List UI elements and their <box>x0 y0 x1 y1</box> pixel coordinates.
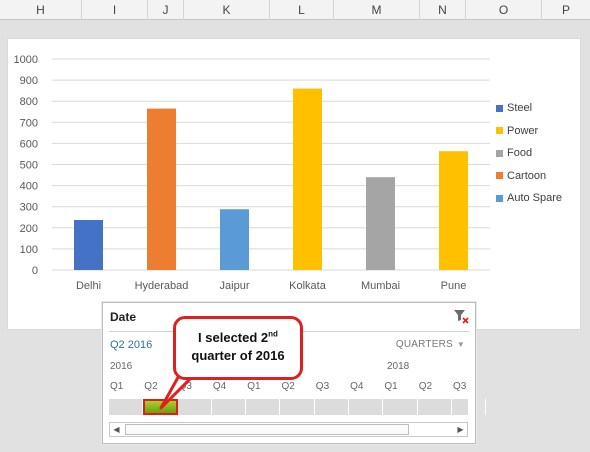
quarter-label: Q3 <box>453 381 467 392</box>
quarter-label: Q1 <box>384 381 398 392</box>
quarter-label: Q3 <box>315 381 330 392</box>
legend-swatch <box>496 127 503 135</box>
column-header-i[interactable]: I <box>82 0 148 20</box>
year-label-2018: 2018 <box>387 361 410 372</box>
y-tick-label: 600 <box>20 138 38 150</box>
legend-item-auto-spare: Auto Spare <box>496 187 562 210</box>
column-header-p[interactable]: P <box>542 0 590 20</box>
quarter-label: Q2 <box>281 381 295 392</box>
y-tick-label: 0 <box>32 265 38 277</box>
legend-item-power: Power <box>496 120 562 143</box>
quarter-label: Q2 <box>144 381 158 392</box>
column-header-n[interactable]: N <box>420 0 466 20</box>
scroll-left-icon[interactable]: ◀ <box>110 423 123 436</box>
column-header-l[interactable]: L <box>270 0 334 20</box>
column-header-j[interactable]: J <box>148 0 184 20</box>
legend-item-steel: Steel <box>496 97 562 120</box>
legend-label: Cartoon <box>507 169 547 182</box>
quarter-label: Q2 <box>418 381 433 392</box>
y-tick-label: 200 <box>20 223 38 235</box>
quarter-cell[interactable] <box>281 399 315 415</box>
bar-pune[interactable] <box>439 151 468 270</box>
bar-jaipur[interactable] <box>220 209 249 270</box>
column-header-h[interactable]: H <box>0 0 82 20</box>
y-tick-label: 900 <box>20 75 38 87</box>
quarter-cell[interactable] <box>212 399 247 415</box>
clear-filter-icon[interactable] <box>453 308 469 324</box>
quarter-cell[interactable] <box>109 399 144 415</box>
quarter-cell[interactable] <box>315 399 350 415</box>
callout-superscript: nd <box>268 329 278 339</box>
legend-label: Food <box>507 147 533 160</box>
y-tick-label: 100 <box>20 244 38 256</box>
bar-chart[interactable]: 0 100 200 300 400 500 600 700 800 900 1000 Delhi Hyd… <box>7 38 581 330</box>
bar-mumbai[interactable] <box>366 177 395 270</box>
column-header-k[interactable]: K <box>184 0 270 20</box>
x-tick-label: Hyderabad <box>135 280 189 292</box>
annotation-callout: I selected 2nd quarter of 2016 <box>173 316 303 380</box>
quarter-cell[interactable] <box>349 399 384 415</box>
year-label-2016: 2016 <box>110 361 133 372</box>
callout-text: I selected 2 <box>198 330 269 345</box>
y-tick-label: 300 <box>20 202 38 214</box>
y-tick-label: 400 <box>20 181 38 193</box>
time-level-label: QUARTERS <box>395 339 453 350</box>
quarter-cell[interactable] <box>418 399 452 415</box>
column-header-o[interactable]: O <box>466 0 542 20</box>
quarter-cell[interactable] <box>452 399 487 415</box>
bar-kolkata[interactable] <box>293 88 322 270</box>
x-tick-label: Delhi <box>76 280 101 292</box>
callout-line-2: quarter of 2016 <box>191 348 285 363</box>
column-header-m[interactable]: M <box>334 0 420 20</box>
legend-label: Steel <box>507 102 533 115</box>
timeline-scrollbar[interactable]: ◀ ▶ <box>109 422 468 437</box>
quarter-label: Q1 <box>110 381 124 392</box>
scroll-right-icon[interactable]: ▶ <box>454 423 467 436</box>
legend-item-cartoon: Cartoon <box>496 165 562 188</box>
x-tick-label: Mumbai <box>361 280 400 292</box>
bar-delhi[interactable] <box>74 219 103 270</box>
legend-label: Auto Spare <box>507 192 563 205</box>
legend-swatch <box>496 172 503 180</box>
legend-swatch <box>496 194 503 202</box>
time-level-dropdown[interactable]: QUARTERS ▼ <box>396 339 465 350</box>
y-tick-label: 700 <box>20 117 38 129</box>
chart-legend[interactable]: Steel Power Food Cartoon Auto Spare <box>496 97 562 210</box>
y-tick-label: 500 <box>20 160 38 172</box>
quarter-cell[interactable] <box>246 399 281 415</box>
x-tick-label: Jaipur <box>220 280 250 292</box>
quarter-label: Q4 <box>212 381 227 392</box>
selection-label: Q2 2016 <box>110 339 153 351</box>
callout-line-1: I selected 2nd <box>176 329 300 347</box>
scrollbar-thumb[interactable] <box>125 424 409 435</box>
legend-label: Power <box>507 124 539 137</box>
legend-swatch <box>496 104 503 112</box>
y-tick-label: 800 <box>20 96 38 108</box>
bar-hyderabad[interactable] <box>147 108 176 271</box>
quarter-cell[interactable] <box>383 399 418 415</box>
chevron-down-icon: ▼ <box>456 340 465 349</box>
slicer-title: Date <box>110 310 137 324</box>
quarter-label: Q1 <box>247 381 261 392</box>
x-tick-label: Pune <box>441 280 467 292</box>
y-tick-label: 1000 <box>14 54 38 66</box>
column-header-bar: H I J K L M N O P <box>0 0 590 20</box>
legend-item-food: Food <box>496 142 562 165</box>
x-tick-label: Kolkata <box>289 280 327 292</box>
quarter-label: Q4 <box>350 381 364 392</box>
legend-swatch <box>496 149 503 157</box>
